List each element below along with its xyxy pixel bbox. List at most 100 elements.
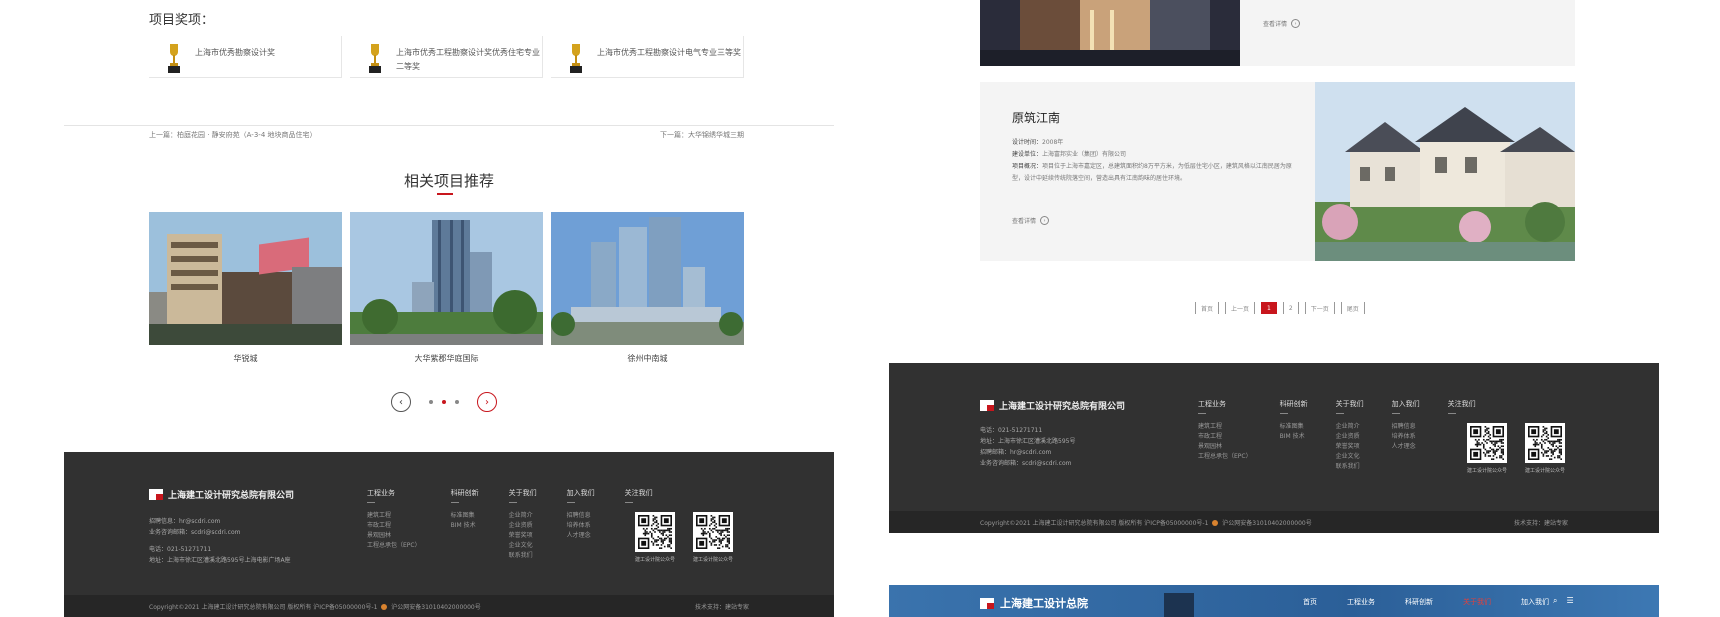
- project-list-card[interactable]: 原筑江南 设计时间：2008年 建设单位：上海富邦实业（集团）有限公司 项目概况…: [980, 82, 1575, 261]
- footer-column-title[interactable]: 加入我们: [567, 488, 595, 498]
- title-underline: [437, 193, 453, 195]
- footer-logo[interactable]: 上海建工设计研究总院有限公司: [980, 399, 1125, 412]
- footer-link[interactable]: 企业资质: [509, 521, 537, 531]
- contact-line: 电话：021-51271711: [149, 546, 212, 553]
- nav-item[interactable]: 科研创新: [1405, 597, 1433, 607]
- footer-link[interactable]: 培养体系: [567, 521, 595, 531]
- pagination-item[interactable]: 上一页: [1225, 302, 1256, 314]
- footer-link[interactable]: 人才理念: [1392, 442, 1420, 452]
- menu-icon[interactable]: ☰: [1566, 596, 1573, 606]
- related-projects-list: 华锐城 大华紫郡华庭国际 徐州中南城: [149, 212, 744, 364]
- footer-link[interactable]: 联系我们: [1336, 462, 1364, 472]
- awards-title: 项目奖项：: [149, 13, 215, 28]
- footer-column-title[interactable]: 关于我们: [1336, 399, 1364, 409]
- footer-link[interactable]: 招聘信息: [567, 511, 595, 521]
- footer-link[interactable]: 景观园林: [367, 531, 421, 541]
- contact-line: 业务咨询邮箱：scdri@scdri.com: [149, 529, 241, 536]
- footer-column-underline: [508, 502, 517, 503]
- qr-code-icon: [635, 512, 675, 552]
- project-card[interactable]: 华锐城: [149, 212, 342, 364]
- footer-link[interactable]: 市政工程: [367, 521, 421, 531]
- footer-copyright: Copyright©2021 上海建工设计研究总院有限公司 版权所有 沪ICP备…: [980, 519, 1312, 527]
- footer-link[interactable]: 市政工程: [1198, 432, 1252, 442]
- footer-link[interactable]: 建筑工程: [1198, 422, 1252, 432]
- footer-column-title[interactable]: 工程业务: [1198, 399, 1252, 409]
- footer-link[interactable]: 企业文化: [509, 541, 537, 551]
- pagination-item[interactable]: 下一页: [1304, 302, 1335, 314]
- project-list-card[interactable]: 查看详情 ›: [980, 0, 1575, 66]
- footer-logo[interactable]: 上海建工设计研究总院有限公司: [149, 488, 294, 501]
- footer-column: 关于我们企业简介 企业资质 荣誉奖项 企业文化 联系我们: [1335, 399, 1364, 472]
- footer-company-name: 上海建工设计研究总院有限公司: [168, 491, 295, 501]
- pagination-item[interactable]: 尾页: [1340, 302, 1365, 314]
- footer-link[interactable]: 企业资质: [1336, 432, 1364, 442]
- footer-column-underline: [1391, 413, 1400, 414]
- footer-link[interactable]: 企业简介: [1336, 422, 1364, 432]
- project-caption: 华锐城: [233, 354, 258, 363]
- pagination-item[interactable]: 1: [1261, 302, 1277, 314]
- footer-link[interactable]: 工程总承包（EPC）: [367, 541, 421, 551]
- footer-bottom-bar: Copyright©2021 上海建工设计研究总院有限公司 版权所有 沪ICP备…: [64, 595, 834, 617]
- footer-copyright: Copyright©2021 上海建工设计研究总院有限公司 版权所有 沪ICP备…: [149, 603, 481, 611]
- footer-link[interactable]: 联系我们: [509, 551, 537, 561]
- footer-column-title[interactable]: 加入我们: [1392, 399, 1420, 409]
- nav-item[interactable]: 加入我们: [1521, 597, 1549, 607]
- footer-column-underline: [624, 502, 633, 503]
- footer-link[interactable]: 建筑工程: [367, 511, 421, 521]
- next-article-link[interactable]: 下一篇：大华锦绣华城三期: [660, 130, 744, 140]
- footer-column-title[interactable]: 关注我们: [1448, 399, 1476, 409]
- footer-credit[interactable]: 技术支持：建站专家: [695, 602, 749, 611]
- pagination-item[interactable]: 2: [1282, 302, 1299, 314]
- carousel-prev-button[interactable]: ‹: [391, 392, 411, 412]
- footer-column-title[interactable]: 关于我们: [509, 488, 537, 498]
- view-details-link[interactable]: 查看详情 ›: [1012, 216, 1050, 225]
- footer-link[interactable]: 培养体系: [1392, 432, 1420, 442]
- footer-link[interactable]: 企业简介: [509, 511, 537, 521]
- prev-article-link[interactable]: 上一篇：柏庭花园 · 静安府苑（A-3-4 地块商品住宅）: [149, 130, 317, 140]
- footer-contact: 电话：021-51271711 地址：上海市徐汇区漕溪北路595号 招聘邮箱：h…: [980, 425, 1075, 469]
- banner-building: [1164, 593, 1194, 617]
- view-details-link[interactable]: 查看详情 ›: [1263, 19, 1301, 28]
- footer-link[interactable]: 人才理念: [567, 531, 595, 541]
- project-caption: 大华紫郡华庭国际: [414, 354, 479, 363]
- carousel-dot[interactable]: [429, 400, 433, 404]
- carousel-dot-active[interactable]: [442, 400, 446, 404]
- nav-item[interactable]: 关于我们: [1463, 597, 1491, 607]
- pagination-item[interactable]: 首页: [1195, 302, 1220, 314]
- search-icon[interactable]: ⌕: [1553, 596, 1557, 606]
- footer-link[interactable]: 工程总承包（EPC）: [1198, 452, 1252, 462]
- footer-link[interactable]: 荣誉奖项: [509, 531, 537, 541]
- footer-column: 工程业务建筑工程 市政工程 景观园林 工程总承包（EPC）: [1198, 399, 1252, 472]
- footer-link[interactable]: 企业文化: [1336, 452, 1364, 462]
- project-card[interactable]: 徐州中南城: [551, 212, 744, 364]
- footer-link[interactable]: BIM 技术: [451, 521, 479, 531]
- award-item: 上海市优秀工程勘察设计电气专业三等奖: [551, 36, 744, 78]
- project-card[interactable]: 大华紫郡华庭国际: [350, 212, 543, 364]
- carousel-next-button[interactable]: ›: [477, 392, 497, 412]
- pagination: 首页 上一页 1 2 下一页 尾页: [1195, 302, 1365, 314]
- footer-link[interactable]: 标准图集: [451, 511, 479, 521]
- footer-column-title[interactable]: 科研创新: [451, 488, 479, 498]
- qr-code-icon: [693, 512, 734, 552]
- footer-credit[interactable]: 技术支持：建站专家: [1514, 518, 1568, 527]
- footer-link[interactable]: BIM 技术: [1280, 432, 1308, 442]
- award-text: 上海市优秀工程勘察设计电气专业三等奖: [597, 48, 741, 57]
- site-logo[interactable]: 上海建工设计总院: [980, 595, 1088, 611]
- footer-link[interactable]: 招聘信息: [1392, 422, 1420, 432]
- project-image: [149, 212, 342, 345]
- footer-column-underline: [450, 502, 459, 503]
- footer-contact: 招聘信息：hr@scdri.com 业务咨询邮箱：scdri@scdri.com…: [149, 516, 291, 566]
- carousel-dot[interactable]: [455, 400, 459, 404]
- footer-column-underline: [1447, 413, 1456, 414]
- footer-link[interactable]: 景观园林: [1198, 442, 1252, 452]
- footer-column-title[interactable]: 关注我们: [625, 488, 653, 498]
- footer-qr-codes: 建工设计院公众号 建工设计院公众号: [1467, 423, 1565, 474]
- nav-item[interactable]: 工程业务: [1347, 597, 1375, 607]
- footer-column-title[interactable]: 科研创新: [1280, 399, 1308, 409]
- footer-column-title[interactable]: 工程业务: [367, 488, 421, 498]
- qr-label: 建工设计院公众号: [635, 557, 676, 563]
- nav-item[interactable]: 首页: [1303, 597, 1317, 607]
- footer-link[interactable]: 荣誉奖项: [1336, 442, 1364, 452]
- qr-label: 建工设计院公众号: [693, 557, 734, 563]
- footer-link[interactable]: 标准图集: [1280, 422, 1308, 432]
